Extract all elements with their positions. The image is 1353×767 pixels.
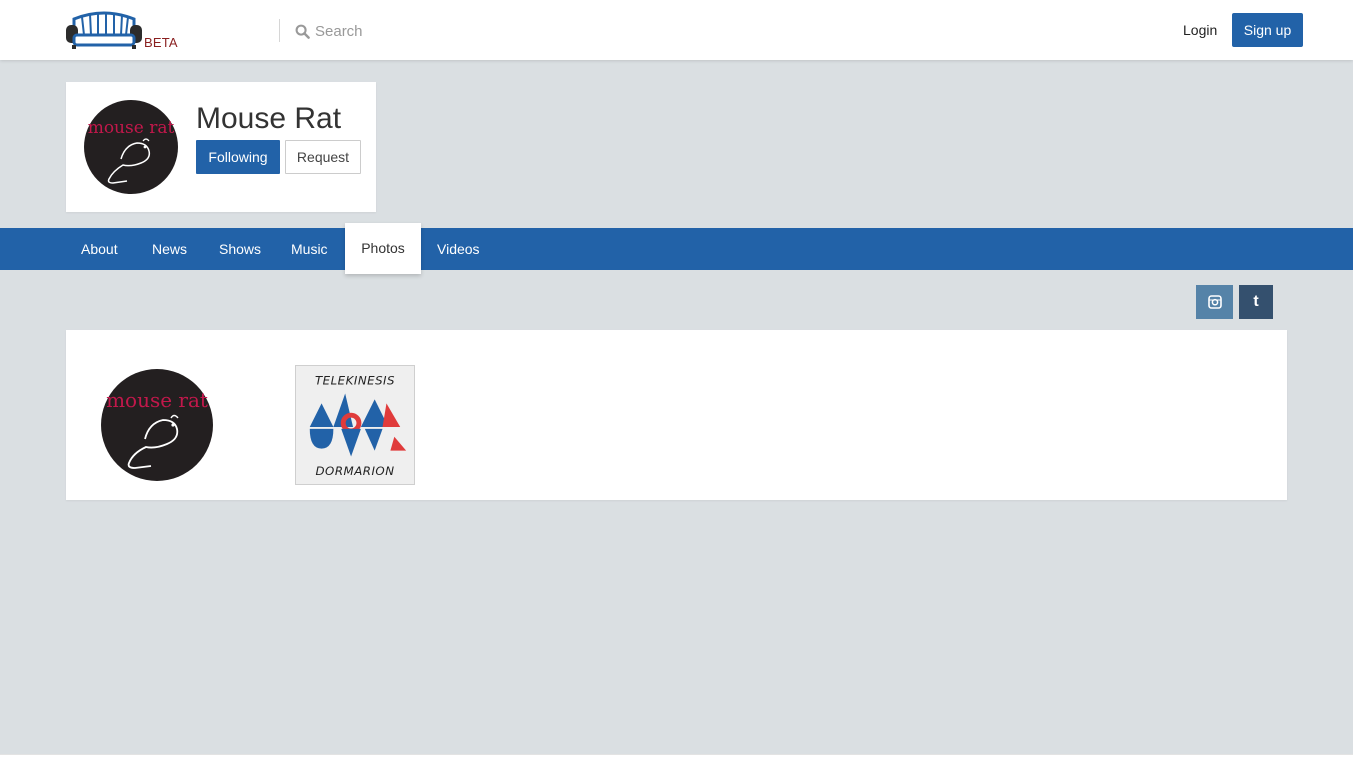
page-footer <box>0 754 1353 767</box>
header-divider <box>279 19 280 42</box>
instagram-button[interactable] <box>1196 285 1233 319</box>
login-link[interactable]: Login <box>1183 22 1217 38</box>
tab-about[interactable]: About <box>81 228 118 270</box>
profile-card: mouse rat Mouse Rat Following Request <box>66 82 376 212</box>
site-logo[interactable]: BETA <box>64 9 184 53</box>
search-box[interactable] <box>295 21 595 41</box>
instagram-icon <box>1207 295 1222 309</box>
album-top-text: TELEKINESIS <box>315 374 395 388</box>
profile-tab-bar: About News Shows Music Photos Videos <box>0 223 1353 274</box>
signup-button[interactable]: Sign up <box>1232 13 1303 47</box>
search-input[interactable] <box>315 22 575 40</box>
avatar-text: mouse rat <box>88 118 175 138</box>
beta-badge: BETA <box>144 35 178 50</box>
request-button[interactable]: Request <box>285 140 361 174</box>
band-avatar[interactable]: mouse rat <box>83 99 179 195</box>
tab-videos[interactable]: Videos <box>437 228 480 270</box>
tumblr-button[interactable]: t <box>1239 285 1273 319</box>
couch-logo-icon <box>66 11 142 49</box>
top-navbar: BETA Login Sign up <box>0 0 1353 60</box>
band-name: Mouse Rat <box>196 102 342 135</box>
tab-news[interactable]: News <box>152 228 187 270</box>
tumblr-icon: t <box>1253 293 1259 310</box>
following-button[interactable]: Following <box>196 140 280 174</box>
album-bottom-text: DORMARION <box>315 464 394 478</box>
tab-shows[interactable]: Shows <box>219 228 261 270</box>
photo-logo-text: mouse rat <box>106 388 208 412</box>
photo-thumbnail[interactable]: mouse rat <box>99 367 215 483</box>
photos-panel: mouse rat TELEKINESIS DORMARION <box>66 330 1287 500</box>
tab-music[interactable]: Music <box>291 228 328 270</box>
search-icon <box>295 24 310 39</box>
photo-thumbnail[interactable]: TELEKINESIS DORMARION <box>295 365 415 485</box>
tab-photos[interactable]: Photos <box>345 223 421 274</box>
